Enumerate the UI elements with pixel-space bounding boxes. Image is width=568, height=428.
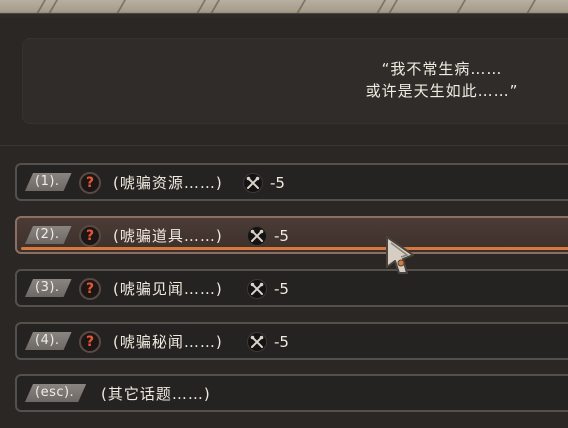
cost-value: -5 (274, 280, 289, 298)
option-key-tag: (esc). (25, 384, 86, 402)
option-1[interactable]: (1). ? (唬骗资源……) -5 (15, 163, 568, 201)
option-key-tag: (1). (25, 173, 72, 191)
option-key-tag: (3). (25, 279, 72, 297)
pointer-cursor-icon (383, 233, 419, 277)
dialogue-line-2: 或许是天生如此……” (365, 82, 519, 100)
option-label: (唬骗资源……) (113, 174, 223, 192)
wrench-crossed-icon (243, 173, 263, 193)
wrench-crossed-icon (247, 332, 267, 352)
cost-value: -5 (274, 333, 289, 351)
option-4[interactable]: (4). ? (唬骗秘闻……) -5 (15, 322, 568, 360)
option-label: (唬骗道具……) (113, 227, 223, 245)
question-icon: ? (79, 225, 101, 247)
cost-value: -5 (270, 174, 285, 192)
question-icon: ? (79, 331, 101, 353)
option-key-tag: (2). (25, 226, 72, 244)
option-label: (唬骗见闻……) (113, 280, 223, 298)
option-esc[interactable]: (esc). (其它话题……) (15, 374, 568, 412)
divider (0, 145, 568, 146)
dialogue-text: “我不常生病…… 或许是天生如此……” (342, 58, 542, 102)
wrench-crossed-icon (247, 279, 267, 299)
option-label: (其它话题……) (101, 385, 211, 403)
illustration-strip (0, 0, 568, 18)
dialogue-line-1: “我不常生病…… (381, 60, 503, 78)
cost-value: -5 (274, 227, 289, 245)
option-key-tag: (4). (25, 332, 72, 350)
option-3[interactable]: (3). ? (唬骗见闻……) -5 (15, 269, 568, 307)
question-icon: ? (79, 172, 101, 194)
selection-underline (21, 247, 568, 250)
option-label: (唬骗秘闻……) (113, 333, 223, 351)
wrench-crossed-icon (247, 226, 267, 246)
question-icon: ? (79, 278, 101, 300)
dialogue-panel: “我不常生病…… 或许是天生如此……” (22, 38, 568, 124)
option-2[interactable]: (2). ? (唬骗道具……) -5 (15, 216, 568, 254)
